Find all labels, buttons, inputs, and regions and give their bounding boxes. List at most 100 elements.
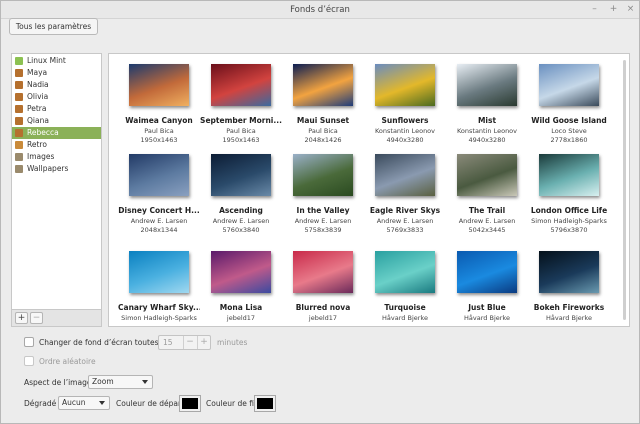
folder-picture-icon [15,105,23,113]
sidebar-item-label: Maya [27,68,48,77]
end-color-button[interactable] [254,395,276,412]
start-color-button[interactable] [179,395,201,412]
sidebar-item[interactable]: Wallpapers [12,163,101,175]
sidebar-item-label: Images [27,152,55,161]
wallpaper-name: September Morni... [200,116,282,125]
wallpaper-author: Andrew E. Larsen [376,217,434,225]
all-settings-button[interactable]: Tous les paramètres [9,18,98,35]
chevron-down-icon [142,380,148,384]
wallpaper-name: Ascending [219,206,263,215]
wallpaper-name: Waimea Canyon [125,116,193,125]
sidebar-item-label: Qiana [27,116,49,125]
wallpaper-name: Sunflowers [381,116,429,125]
wallpaper-thumbnail[interactable] [375,64,435,106]
wallpaper-thumbnail[interactable] [539,64,599,106]
wallpaper-author: jebeld17 [308,314,338,322]
wallpaper-author: Andrew E. Larsen [130,217,188,225]
wallpaper-size: 5760x3840 [222,226,260,234]
wallpaper-thumbnail[interactable] [211,251,271,293]
sidebar-toolbar: + − [11,310,102,327]
wallpaper-author: Håvard Bjerke [464,314,510,322]
wallpaper-name: Blurred nova [295,303,351,312]
wallpaper-name: Wild Goose Island [531,116,607,125]
slideshow-label: Changer de fond d’écran toutes les [39,338,172,347]
minimize-button[interactable]: – [589,4,600,15]
wallpaper-size: 5796x3870 [550,226,588,234]
wallpaper-author: Konstantin Leonov [374,127,436,135]
wallpaper-name: Eagle River Skys [369,206,441,215]
wallpaper-thumbnail[interactable] [129,251,189,293]
wallpaper-size: 2778x1860 [550,136,588,144]
wallpaper-thumbnail[interactable] [539,154,599,196]
folder-picture-icon [15,129,23,137]
wallpaper-author: jebeld17 [226,314,256,322]
sidebar-item[interactable]: Qiana [12,115,101,127]
sidebar-item-label: Wallpapers [27,164,69,173]
wallpaper-name: Turquoise [384,303,426,312]
sidebar-item-label: Retro [27,140,47,149]
wallpaper-author: Loco Steve [551,127,587,135]
wallpaper-author: Simon Hadleigh-Sparks [531,217,607,225]
wallpaper-name: Mist [477,116,497,125]
sidebar-item[interactable]: Nadia [12,79,101,91]
sidebar-item[interactable]: Linux Mint [12,55,101,67]
increment-button[interactable]: + [197,336,210,349]
window-title: Fonds d’écran [290,5,350,15]
folder-picture-icon [15,81,23,89]
aspect-value: Zoom [92,377,114,386]
wallpaper-author: Andrew E. Larsen [294,217,352,225]
wallpaper-thumbnail[interactable] [375,154,435,196]
wallpaper-thumbnail[interactable] [457,251,517,293]
wallpaper-author: Håvard Bjerke [546,314,592,322]
wallpaper-name: Mona Lisa [219,303,263,312]
wallpaper-author: Simon Hadleigh-Sparks [121,314,197,322]
maximize-button[interactable]: + [608,4,619,15]
add-folder-button[interactable]: + [15,312,28,324]
sidebar-item-label: Olivia [27,92,49,101]
wallpaper-size: 2048x1344 [140,226,178,234]
aspect-label: Aspect de l’image [24,378,92,387]
gallery-scrollbar[interactable] [623,60,626,320]
interval-unit: minutes [217,338,248,347]
title-bar: Fonds d’écran – + × [1,1,639,19]
wallpaper-thumbnail[interactable] [129,154,189,196]
wallpaper-author: Andrew E. Larsen [458,217,516,225]
close-button[interactable]: × [625,4,636,15]
sidebar-item[interactable]: Olivia [12,91,101,103]
wallpaper-name: London Office Life [530,206,608,215]
wallpaper-thumbnail[interactable] [457,154,517,196]
wallpaper-size: 5758x3839 [304,226,342,234]
aspect-select[interactable]: Zoom [88,375,153,389]
sidebar-item[interactable]: Petra [12,103,101,115]
wallpaper-name: Canary Wharf Sky... [118,303,200,312]
wallpaper-size: 2048x1426 [304,136,342,144]
slideshow-interval-spinner[interactable]: 15 − + [158,335,211,350]
wallpaper-thumbnail[interactable] [211,154,271,196]
wallpaper-author: Paul Bica [144,127,174,135]
wallpaper-name: Just Blue [468,303,506,312]
wallpaper-name: Bokeh Fireworks [533,303,605,312]
wallpaper-settings-window: Fonds d’écran – + × Tous les paramètres … [0,0,640,424]
wallpaper-thumbnail[interactable] [211,64,271,106]
folder-picture-icon [15,117,23,125]
slideshow-checkbox[interactable] [24,337,34,347]
wallpaper-size: 1950x1463 [140,136,178,144]
wallpaper-thumbnail[interactable] [457,64,517,106]
sidebar-item[interactable]: Rebecca [12,127,101,139]
random-order-checkbox[interactable] [24,356,34,366]
sidebar-item[interactable]: Maya [12,67,101,79]
sidebar-item[interactable]: Images [12,151,101,163]
remove-folder-button[interactable]: − [30,312,43,324]
random-order-label: Ordre aléatoire [39,357,96,366]
gradient-select[interactable]: Aucun [58,396,110,410]
wallpaper-thumbnail[interactable] [375,251,435,293]
sidebar-item[interactable]: Retro [12,139,101,151]
folder-icon [15,165,23,173]
wallpaper-thumbnail[interactable] [293,251,353,293]
wallpaper-thumbnail[interactable] [539,251,599,293]
wallpaper-thumbnail[interactable] [293,64,353,106]
decrement-button[interactable]: − [183,336,196,349]
wallpaper-thumbnail[interactable] [293,154,353,196]
wallpaper-thumbnail[interactable] [129,64,189,106]
wallpaper-author: Konstantin Leonov [456,127,518,135]
